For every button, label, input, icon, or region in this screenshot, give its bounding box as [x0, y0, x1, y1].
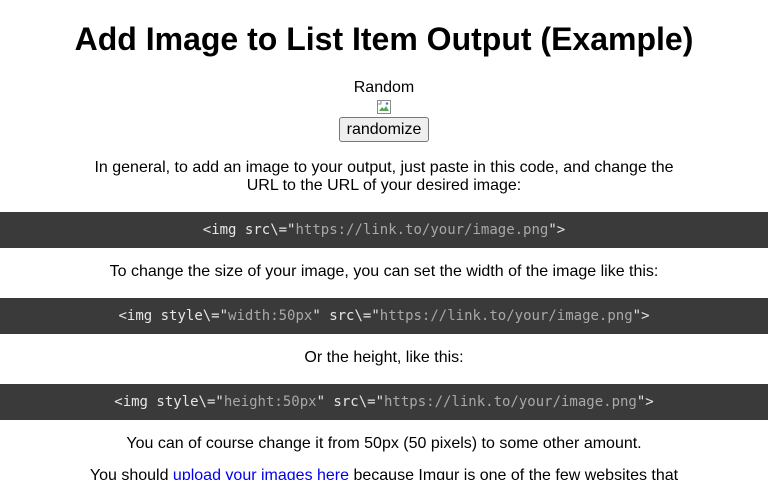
code-prefix: <img src\="	[202, 222, 296, 238]
code-suffix: ">	[632, 308, 650, 324]
size-text: To change the size of your image, you ca…	[109, 263, 659, 280]
random-label: Random	[353, 79, 415, 96]
code-suffix: ">	[548, 222, 566, 238]
upload-after: because Imgur is one of the few websites…	[349, 467, 679, 480]
code-suffix: ">	[636, 394, 654, 410]
intro-text: In general, to add an image to your outp…	[94, 159, 674, 194]
code-style: height:50px	[223, 394, 317, 410]
page-title: Add Image to List Item Output (Example)	[74, 21, 694, 57]
upload-text: You should upload your images here becau…	[80, 467, 688, 480]
code-block-basic[interactable]: <img src\="https://link.to/your/image.pn…	[0, 212, 768, 248]
code-prefix: <img style\="	[118, 308, 229, 324]
code-prefix: <img style\="	[114, 394, 224, 410]
change-text: You can of course change it from 50px (5…	[126, 435, 642, 452]
upload-images-link[interactable]: upload your images here	[173, 467, 349, 480]
upload-before: You should	[89, 467, 173, 480]
randomize-button[interactable]: randomize	[339, 117, 429, 142]
code-url: https://link.to/your/image.png	[295, 222, 549, 238]
code-style: width:50px	[228, 308, 313, 324]
code-middle: " src\="	[312, 308, 380, 324]
code-url: https://link.to/your/image.png	[384, 394, 637, 410]
code-middle: " src\="	[316, 394, 384, 410]
code-url: https://link.to/your/image.png	[379, 308, 633, 324]
height-text: Or the height, like this:	[304, 349, 464, 366]
code-block-width[interactable]: <img style\="width:50px" src\="https://l…	[0, 298, 768, 334]
code-block-height[interactable]: <img style\="height:50px" src\="https://…	[0, 384, 768, 420]
broken-image-icon	[377, 100, 391, 114]
